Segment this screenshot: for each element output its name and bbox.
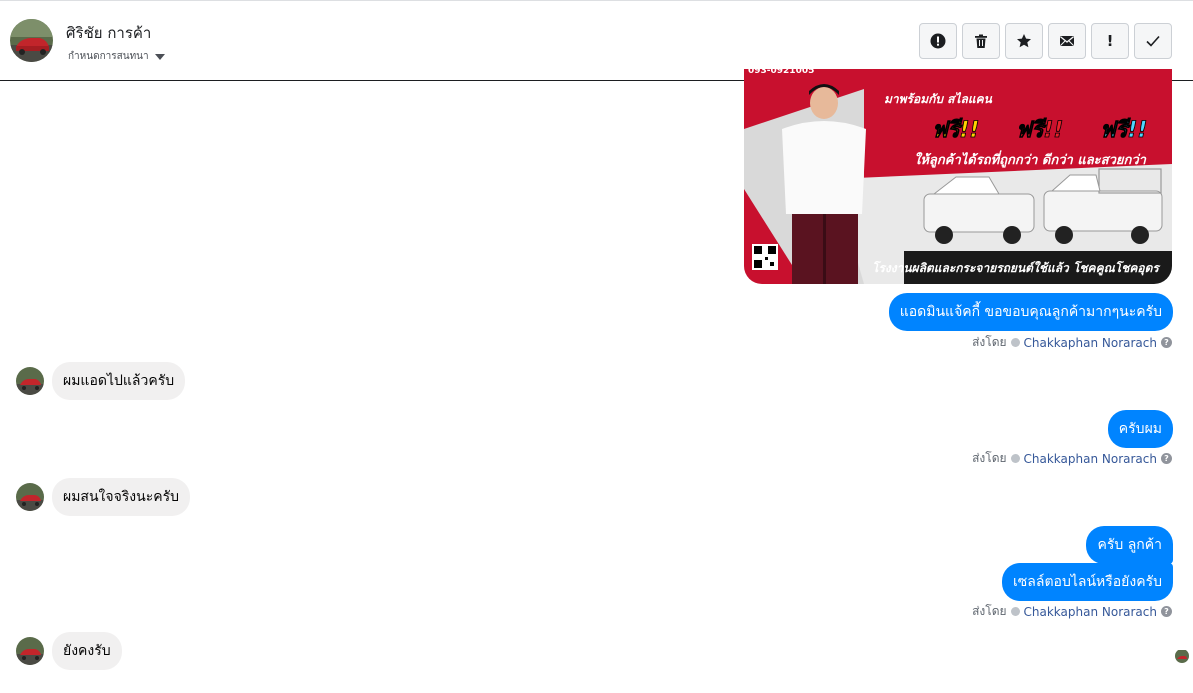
contact-avatar-small[interactable] [16, 483, 44, 511]
check-icon [1146, 35, 1160, 47]
outgoing-message[interactable]: เซลล์ตอบไลน์หรือยังครับ [1002, 563, 1173, 601]
sent-by-info: ส่งโดย Chakkaphan Norarach ? [972, 449, 1172, 468]
agent-name-link[interactable]: Chakkaphan Norarach [1024, 336, 1157, 350]
sent-by-info: ส่งโดย Chakkaphan Norarach ? [972, 602, 1172, 621]
trash-icon [975, 34, 987, 48]
agent-badge-icon [1010, 338, 1020, 347]
incoming-message[interactable]: ยังคงรับ [52, 632, 122, 670]
free-word-3: ฟรี!! [1100, 117, 1147, 143]
incoming-message[interactable]: ผมสนใจจริงนะครับ [52, 478, 191, 516]
exclamation-icon: ! [1106, 32, 1114, 50]
done-button[interactable] [1134, 23, 1172, 59]
help-icon[interactable]: ? [1161, 606, 1172, 617]
sent-by-prefix: ส่งโดย [972, 335, 1007, 349]
assign-label: กำหนดการสนทนา [68, 51, 149, 62]
help-icon[interactable]: ? [1161, 337, 1172, 348]
conversation-actions: ! [919, 23, 1172, 59]
sent-by-prefix: ส่งโดย [972, 451, 1007, 465]
sent-by-info: ส่งโดย Chakkaphan Norarach ? [972, 333, 1172, 352]
free-word-2: ฟรี!! [1016, 117, 1063, 143]
agent-name-link[interactable]: Chakkaphan Norarach [1024, 605, 1157, 619]
delete-button[interactable] [962, 23, 1000, 59]
outgoing-message[interactable]: แอดมินแจ้คกี้ ขอขอบคุณลูกค้ามากๆนะครับ [888, 293, 1173, 331]
report-button[interactable] [919, 23, 957, 59]
important-button[interactable]: ! [1091, 23, 1129, 59]
sent-by-prefix: ส่งโดย [972, 604, 1007, 618]
message-thread[interactable]: 093-0921005 มาพร้อมกับ สไลแคน ฟรี!! ฟรี!… [0, 69, 1193, 693]
promo-image-message[interactable]: 093-0921005 มาพร้อมกับ สไลแคน ฟรี!! ฟรี!… [744, 69, 1172, 284]
agent-badge-icon [1010, 607, 1020, 616]
mark-unread-button[interactable] [1048, 23, 1086, 59]
seen-indicator-avatar [1175, 649, 1189, 663]
report-icon [930, 33, 946, 49]
assign-conversation-dropdown[interactable]: กำหนดการสนทนา [68, 49, 165, 64]
star-button[interactable] [1005, 23, 1043, 59]
outgoing-message[interactable]: ครับผม [1107, 410, 1173, 448]
svg-text:มาพร้อมกับ สไลแคน: มาพร้อมกับ สไลแคน [884, 91, 993, 106]
envelope-icon [1060, 36, 1074, 46]
agent-name-link[interactable]: Chakkaphan Norarach [1024, 452, 1157, 466]
incoming-message[interactable]: ผมแอดไปแล้วครับ [52, 362, 186, 400]
contact-avatar[interactable] [10, 19, 53, 62]
star-icon [1017, 34, 1031, 48]
svg-text:โรงงานผลิตและกระจายรถยนต์ใช้แล: โรงงานผลิตและกระจายรถยนต์ใช้แล้ว โชคคูณโ… [872, 260, 1161, 276]
help-icon[interactable]: ? [1161, 453, 1172, 464]
outgoing-message[interactable]: ครับ ลูกค้า [1086, 526, 1173, 564]
caret-down-icon [154, 53, 165, 60]
free-word-1: ฟรี!! [932, 117, 979, 143]
contact-avatar-small[interactable] [16, 367, 44, 395]
contact-name: ศิริชัย การค้า [66, 24, 152, 42]
svg-text:ให้ลูกค้าได้รถที่ถูกกว่า ดีกว่: ให้ลูกค้าได้รถที่ถูกกว่า ดีกว่า และสวยกว… [914, 150, 1147, 168]
contact-avatar-small[interactable] [16, 637, 44, 665]
svg-text:093-0921005: 093-0921005 [748, 69, 814, 76]
agent-badge-icon [1010, 454, 1020, 463]
